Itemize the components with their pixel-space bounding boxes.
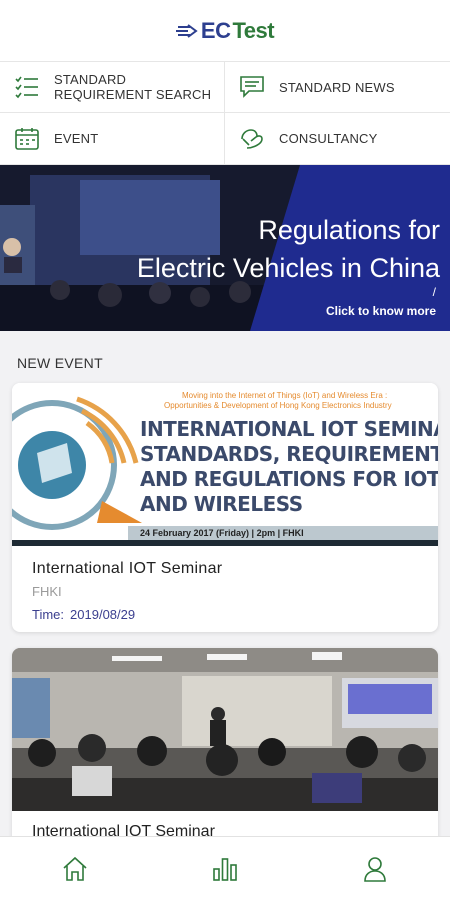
banner-title-line1: Regulations for xyxy=(258,215,440,245)
list-icon xyxy=(14,74,40,100)
nav-stats[interactable] xyxy=(195,847,255,891)
time-label: Time: xyxy=(32,607,65,622)
logo-test: Test xyxy=(232,17,275,43)
home-icon xyxy=(63,856,87,881)
event-poster: Moving into the Internet of Things (IoT)… xyxy=(12,383,438,546)
logo-ec: EC xyxy=(200,17,231,43)
promo-banner[interactable]: Regulations for Electric Vehicles in Chi… xyxy=(0,165,450,331)
banner-slash: / xyxy=(432,285,436,299)
logo-swoosh-icon xyxy=(175,23,198,38)
event-card[interactable]: Moving into the Internet of Things (IoT)… xyxy=(12,383,438,632)
event-photo-graphic xyxy=(12,648,438,811)
poster-title-line4: AND WIRELESS xyxy=(140,492,303,516)
menu-standard-requirement-search[interactable]: STANDARD REQUIREMENT SEARCH xyxy=(0,62,225,113)
event-organizer: FHKI xyxy=(32,584,62,599)
nav-home[interactable] xyxy=(45,847,105,891)
chart-icon xyxy=(213,857,237,881)
chat-icon xyxy=(239,74,265,100)
ectest-logo[interactable]: EC Test xyxy=(175,17,275,44)
poster-title-line2: STANDARDS, REQUIREMENTS xyxy=(140,442,438,466)
main-menu: STANDARD REQUIREMENT SEARCH STANDARD NEW… xyxy=(0,62,450,165)
poster-title-block: INTERNATIONAL IOT SEMINAR STANDARDS, REQ… xyxy=(140,417,438,517)
poster-date: 24 February 2017 (Friday) | 2pm | FHKI xyxy=(140,528,304,538)
menu-consultancy[interactable]: CONSULTANCY xyxy=(225,113,450,164)
poster-kicker2: Opportunities & Development of Hong Kong… xyxy=(164,401,392,410)
menu-label: CONSULTANCY xyxy=(279,131,378,146)
poster-title-line1: INTERNATIONAL IOT SEMINAR xyxy=(140,417,438,441)
app-header: EC Test xyxy=(0,0,450,62)
event-title: International IOT Seminar xyxy=(32,560,223,577)
nav-profile[interactable] xyxy=(345,847,405,891)
menu-standard-news[interactable]: STANDARD NEWS xyxy=(225,62,450,113)
event-photo xyxy=(12,648,438,811)
bottom-nav xyxy=(0,836,450,900)
poster-kicker: Moving into the Internet of Things (IoT)… xyxy=(182,391,388,400)
event-card[interactable]: International IOT Seminar xyxy=(12,648,438,838)
menu-label: STANDARD NEWS xyxy=(279,79,395,95)
poster-title-line3: AND REGULATIONS FOR IOT xyxy=(140,467,438,491)
menu-label: STANDARD REQUIREMENT SEARCH xyxy=(54,72,212,102)
user-icon xyxy=(364,856,386,882)
new-event-section: NEW EVENT Moving into the Internet of Th… xyxy=(0,331,450,838)
calendar-icon xyxy=(14,126,40,152)
banner-title-line2: Electric Vehicles in China xyxy=(136,253,440,283)
event-title: International IOT Seminar xyxy=(32,823,215,838)
menu-event[interactable]: EVENT xyxy=(0,113,225,164)
menu-label: EVENT xyxy=(54,131,99,146)
event-time: Time: 2019/08/29 xyxy=(32,607,418,622)
section-heading: NEW EVENT xyxy=(17,355,103,371)
banner-cta[interactable]: Click to know more xyxy=(326,304,436,318)
time-value: 2019/08/29 xyxy=(70,607,136,622)
handshake-icon xyxy=(239,126,265,152)
